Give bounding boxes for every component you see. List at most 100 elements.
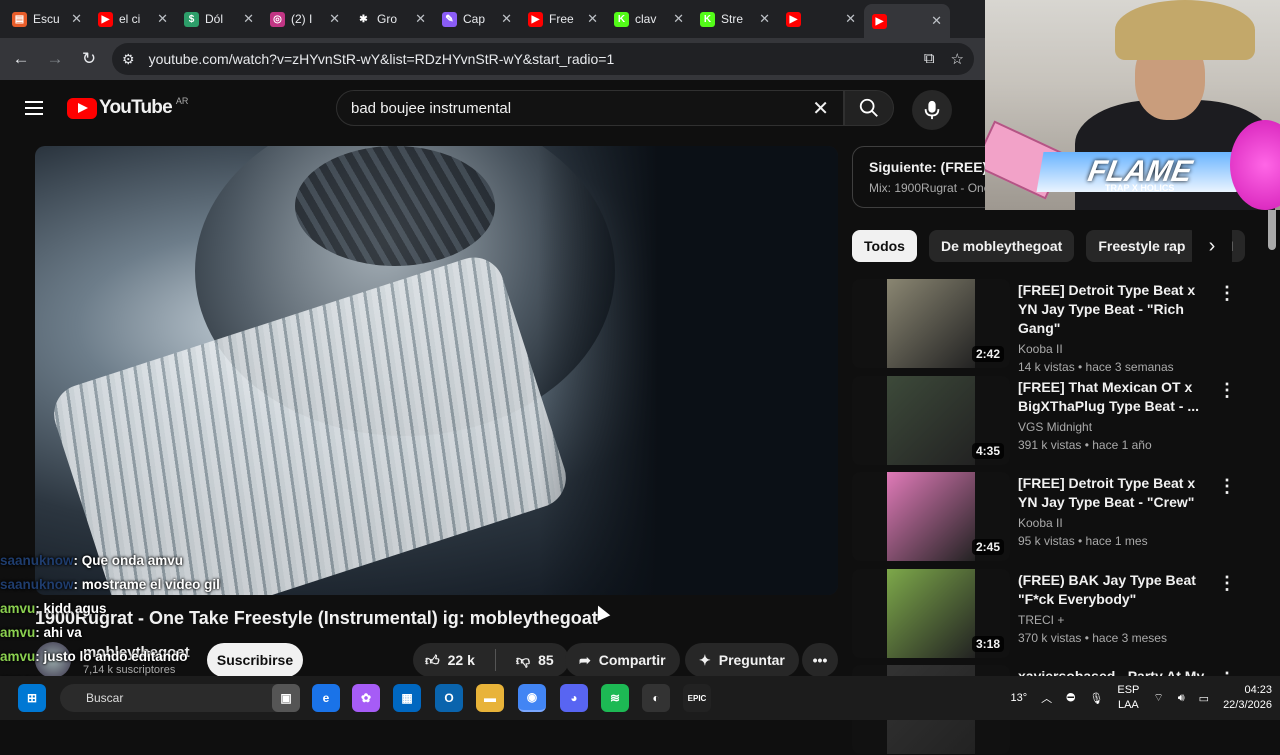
video-channel[interactable]: Kooba II <box>1018 516 1208 530</box>
address-bar[interactable]: ⚙ youtube.com/watch?v=zHYvnStR-wY&list=R… <box>112 43 974 75</box>
video-title[interactable]: [FREE] Detroit Type Beat x YN Jay Type B… <box>1018 474 1208 512</box>
wifi-icon[interactable]: ⌔ <box>1153 691 1163 705</box>
search-button[interactable] <box>844 90 894 126</box>
battery-icon[interactable]: ▭ <box>1199 692 1209 705</box>
browser-tab[interactable]: ▤ Escu ✕ <box>4 4 90 34</box>
ask-button[interactable]: ✦ Preguntar <box>685 643 799 677</box>
menu-icon[interactable] <box>25 97 43 119</box>
youtube-logo[interactable]: YouTube AR <box>67 96 188 119</box>
tab-favicon-icon: ▶ <box>98 11 113 27</box>
reload-button[interactable]: ↻ <box>72 49 106 69</box>
tab-close-icon[interactable]: ✕ <box>415 11 426 27</box>
recommended-video[interactable]: 2:45 [FREE] Detroit Type Beat x YN Jay Ty… <box>852 472 1242 562</box>
tab-close-icon[interactable]: ✕ <box>587 11 598 27</box>
browser-tab[interactable]: ◎ (2) I ✕ <box>262 4 348 34</box>
video-channel[interactable]: VGS Midnight <box>1018 420 1208 434</box>
clock[interactable]: 04:23 22/3/2026 <box>1223 683 1272 713</box>
video-thumbnail[interactable]: 4:35 <box>852 375 1010 465</box>
chrome-icon[interactable]: ◉ <box>518 684 546 712</box>
weather-temp[interactable]: 13° <box>1010 692 1027 704</box>
tab-close-icon[interactable]: ✕ <box>157 11 168 27</box>
filter-chip[interactable]: De mobleythegoat <box>928 230 1075 262</box>
more-actions-button[interactable]: ••• <box>802 643 838 677</box>
more-vert-icon[interactable]: ⋮ <box>1218 476 1236 497</box>
tab-close-icon[interactable]: ✕ <box>759 11 770 27</box>
site-info-icon[interactable]: ⚙ <box>122 51 135 68</box>
video-title[interactable]: (FREE) BAK Jay Type Beat "F*ck Everybody… <box>1018 571 1208 609</box>
video-channel[interactable]: TRECI + <box>1018 613 1208 627</box>
region-code: LAA <box>1117 699 1139 711</box>
volume-icon[interactable]: 🔊︎ <box>1178 692 1185 705</box>
browser-tab[interactable]: Kclav ✕ <box>606 4 692 34</box>
recommended-video[interactable]: 3:18 (FREE) BAK Jay Type Beat "F*ck Every… <box>852 568 1242 659</box>
video-title[interactable]: [FREE] Detroit Type Beat x YN Jay Type B… <box>1018 281 1208 338</box>
tray-chevron-icon[interactable]: ︿ <box>1041 690 1052 706</box>
tab-title: Dól <box>205 12 224 26</box>
tab-close-icon[interactable]: ✕ <box>845 11 856 27</box>
video-title[interactable]: [FREE] That Mexican OT x BigXThaPlug Typ… <box>1018 378 1208 416</box>
tab-close-icon[interactable]: ✕ <box>71 11 82 27</box>
video-thumbnail[interactable]: 2:42 <box>852 279 1010 368</box>
browser-tab[interactable]: $ Dól ✕ <box>176 4 262 34</box>
tab-close-icon[interactable]: ✕ <box>243 11 254 27</box>
chat-text: Que onda amvu <box>81 553 184 568</box>
taskbar-search[interactable]: Buscar <box>60 684 290 712</box>
video-channel[interactable]: Kooba II <box>1018 342 1208 356</box>
outlook-icon[interactable]: O <box>435 684 463 712</box>
input-language[interactable]: ESP LAA <box>1117 683 1139 713</box>
edge-icon[interactable]: e <box>312 684 340 712</box>
tab-close-icon[interactable]: ✕ <box>329 11 340 27</box>
browser-tab[interactable]: ✎ Cap ✕ <box>434 4 520 34</box>
obs-icon[interactable]: ◐ <box>642 684 670 712</box>
bookmark-star-icon[interactable]: ☆ <box>951 50 964 68</box>
filter-chip[interactable]: Todos <box>852 230 917 262</box>
taskbar-search-label: Buscar <box>86 691 124 705</box>
tab-title: Cap <box>463 12 486 26</box>
dislike-button[interactable]: 👎︎ 85 <box>504 643 566 677</box>
copilot-icon[interactable]: ✿ <box>352 684 380 712</box>
recommended-video[interactable]: 4:35 [FREE] That Mexican OT x BigXThaPlug… <box>852 375 1242 466</box>
tab-title: Gro <box>377 12 398 26</box>
back-button[interactable]: ← <box>4 49 38 69</box>
tab-close-icon[interactable]: ✕ <box>501 11 512 27</box>
more-vert-icon[interactable]: ⋮ <box>1218 283 1236 304</box>
browser-tab[interactable]: ▶ el ci ✕ <box>90 4 176 34</box>
browser-tab[interactable]: ▶ Free ✕ <box>520 4 606 34</box>
task-view-icon[interactable]: ▣ <box>272 684 300 712</box>
tab-close-icon[interactable]: ✕ <box>931 13 942 29</box>
browser-tab[interactable]: K Stre ✕ <box>692 4 778 34</box>
logo-text: YouTube <box>99 97 173 118</box>
video-thumbnail[interactable]: 2:45 <box>852 472 1010 561</box>
install-app-icon[interactable]: ⧉ <box>924 50 935 68</box>
forward-button[interactable]: → <box>38 49 72 69</box>
browser-tab[interactable]: ✱ Gro ✕ <box>348 4 434 34</box>
browser-tab[interactable]: ▶ ✕ <box>778 4 864 34</box>
chips-next-arrow-icon[interactable]: › <box>1192 230 1232 262</box>
clear-search-icon[interactable]: ✕ <box>812 96 829 121</box>
video-thumbnail[interactable]: 3:18 <box>852 568 1010 658</box>
tab-close-icon[interactable]: ✕ <box>673 11 684 27</box>
spotify-icon[interactable]: ≋ <box>601 684 629 712</box>
like-count: 22 k <box>447 652 475 668</box>
discord-icon[interactable]: ◕ <box>560 684 588 712</box>
chat-message: amvu: kidd agus <box>0 598 300 622</box>
recommended-video[interactable]: 2:42 [FREE] Detroit Type Beat x YN Jay Ty… <box>852 279 1242 374</box>
windows-start-icon[interactable]: ⊞ <box>18 684 46 712</box>
video-player[interactable] <box>35 146 838 595</box>
more-vert-icon[interactable]: ⋮ <box>1218 380 1236 401</box>
like-button[interactable]: 👍︎ 22 k <box>413 643 487 677</box>
share-button[interactable]: ➦ Compartir <box>565 643 680 677</box>
mic-tray-icon[interactable]: 🎙︎ <box>1089 692 1103 705</box>
chat-text: mostrame el video gil <box>81 577 220 592</box>
more-vert-icon[interactable]: ⋮ <box>1218 573 1236 594</box>
epic-games-icon[interactable]: EPIC <box>683 684 711 712</box>
browser-tab[interactable]: ▶ ✕ <box>864 4 950 38</box>
voice-search-button[interactable] <box>912 90 952 130</box>
video-meta: (FREE) BAK Jay Type Beat "F*ck Everybody… <box>1018 571 1208 645</box>
filter-chip[interactable]: Freestyle rap <box>1086 230 1198 262</box>
dislike-count: 85 <box>538 652 554 668</box>
search-input[interactable]: bad boujee instrumental ✕ <box>336 90 844 126</box>
store-icon[interactable]: ▦ <box>393 684 421 712</box>
file-explorer-icon[interactable]: ▬ <box>476 684 504 712</box>
network-icon[interactable]: ⛔︎ <box>1066 692 1075 705</box>
